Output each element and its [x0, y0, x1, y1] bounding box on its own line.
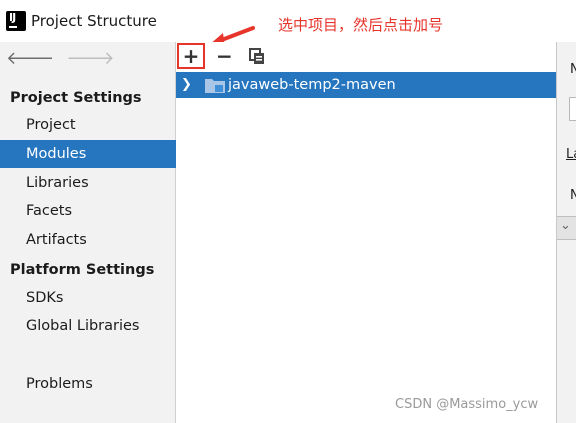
sidebar-item-libraries[interactable]: Libraries: [0, 169, 176, 197]
tree-item-label: javaweb-temp2-maven: [228, 77, 396, 93]
add-button[interactable]: +: [177, 43, 205, 69]
sidebar-item-modules[interactable]: Modules: [0, 140, 176, 168]
language-level-label: La: [566, 147, 576, 162]
module-details-panel: N La N ⌄: [556, 42, 576, 423]
name-label: N: [570, 62, 576, 77]
project-settings-header: Project Settings: [10, 90, 142, 106]
tree-row[interactable]: ❯ javaweb-temp2-maven: [176, 72, 556, 98]
chevron-right-icon[interactable]: ❯: [181, 72, 192, 98]
sidebar-item-global-libraries[interactable]: Global Libraries: [0, 312, 176, 340]
arrow-left-icon[interactable]: 🡐: [6, 50, 54, 68]
platform-settings-header: Platform Settings: [10, 262, 155, 278]
module-tree: ❯ javaweb-temp2-maven: [176, 70, 556, 423]
sidebar-item-sdks[interactable]: SDKs: [0, 284, 176, 312]
watermark: CSDN @Massimo_ycw: [395, 397, 539, 412]
nav-arrows: 🡐 🡒: [6, 50, 115, 68]
module-folder-icon: [205, 79, 225, 93]
modules-toolbar: + −: [176, 42, 556, 70]
sdk-label: N: [570, 188, 576, 203]
window-title: Project Structure: [31, 12, 157, 30]
copy-icon[interactable]: [248, 47, 266, 65]
sidebar-item-project[interactable]: Project: [0, 111, 176, 139]
name-field[interactable]: [569, 97, 576, 121]
sidebar-item-problems[interactable]: Problems: [0, 370, 176, 398]
chevron-down-icon: ⌄: [560, 218, 571, 233]
annotation-text: 选中项目，然后点击加号: [278, 16, 444, 34]
remove-button[interactable]: −: [216, 44, 233, 68]
sidebar: 🡐 🡒 Project Settings Project Modules Lib…: [0, 42, 176, 423]
sidebar-item-facets[interactable]: Facets: [0, 197, 176, 225]
combo-box[interactable]: ⌄: [557, 216, 576, 240]
arrow-right-icon[interactable]: 🡒: [66, 50, 114, 68]
sidebar-item-artifacts[interactable]: Artifacts: [0, 226, 176, 254]
intellij-idea-icon: IJ: [6, 11, 26, 31]
